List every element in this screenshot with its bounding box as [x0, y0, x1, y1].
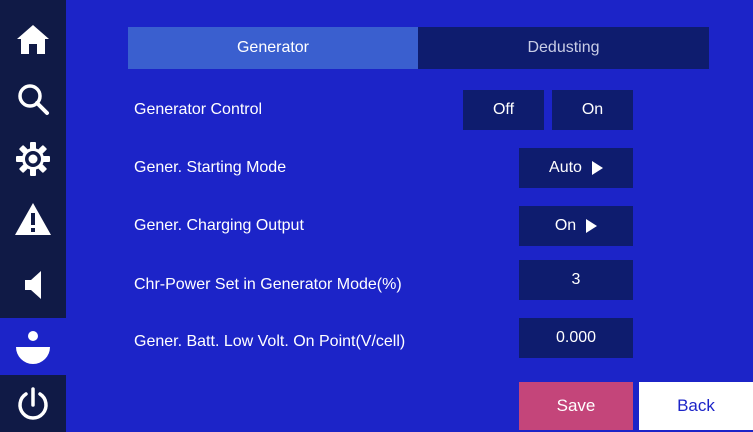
back-button[interactable]: Back [639, 382, 753, 430]
charging-output-value: On [554, 217, 577, 234]
sidebar-item-home[interactable] [0, 12, 66, 66]
warning-icon [15, 203, 51, 235]
sidebar-item-sound[interactable] [0, 258, 66, 312]
search-icon [18, 84, 49, 115]
charging-output-selector[interactable]: On [519, 206, 633, 246]
arrow-right-icon [586, 219, 598, 233]
user-icon [16, 330, 50, 364]
generator-off-label: Off [492, 101, 515, 118]
sidebar-item-alarms[interactable] [0, 192, 66, 246]
sidebar-item-user[interactable] [0, 318, 66, 375]
tab-dedusting[interactable]: Dedusting [418, 27, 709, 69]
power-icon [18, 387, 48, 420]
sidebar-item-power[interactable] [0, 378, 66, 432]
batt-low-volt-label: Gener. Batt. Low Volt. On Point(V/cell) [134, 333, 406, 350]
sidebar [0, 0, 66, 432]
speaker-icon [25, 271, 41, 299]
generator-control-label: Generator Control [134, 101, 263, 118]
generator-on-button[interactable]: On [552, 90, 633, 130]
chr-power-value: 3 [571, 271, 581, 288]
sidebar-item-settings[interactable] [0, 132, 66, 186]
starting-mode-label: Gener. Starting Mode [134, 159, 287, 176]
starting-mode-value: Auto [549, 159, 582, 176]
batt-low-volt-value: 0.000 [555, 329, 597, 346]
tab-bar: Generator Dedusting [128, 27, 709, 69]
tab-generator[interactable]: Generator [128, 27, 418, 69]
arrow-right-icon [591, 161, 603, 175]
save-button[interactable]: Save [519, 382, 633, 430]
chr-power-label: Chr-Power Set in Generator Mode(%) [134, 276, 402, 293]
generator-off-button[interactable]: Off [463, 90, 544, 130]
gear-icon [16, 142, 50, 176]
sidebar-item-search[interactable] [0, 72, 66, 126]
starting-mode-selector[interactable]: Auto [519, 148, 633, 188]
charging-output-label: Gener. Charging Output [134, 217, 304, 234]
chr-power-input[interactable]: 3 [519, 260, 633, 300]
home-icon [17, 25, 49, 54]
batt-low-volt-input[interactable]: 0.000 [519, 318, 633, 358]
generator-on-label: On [581, 101, 604, 118]
